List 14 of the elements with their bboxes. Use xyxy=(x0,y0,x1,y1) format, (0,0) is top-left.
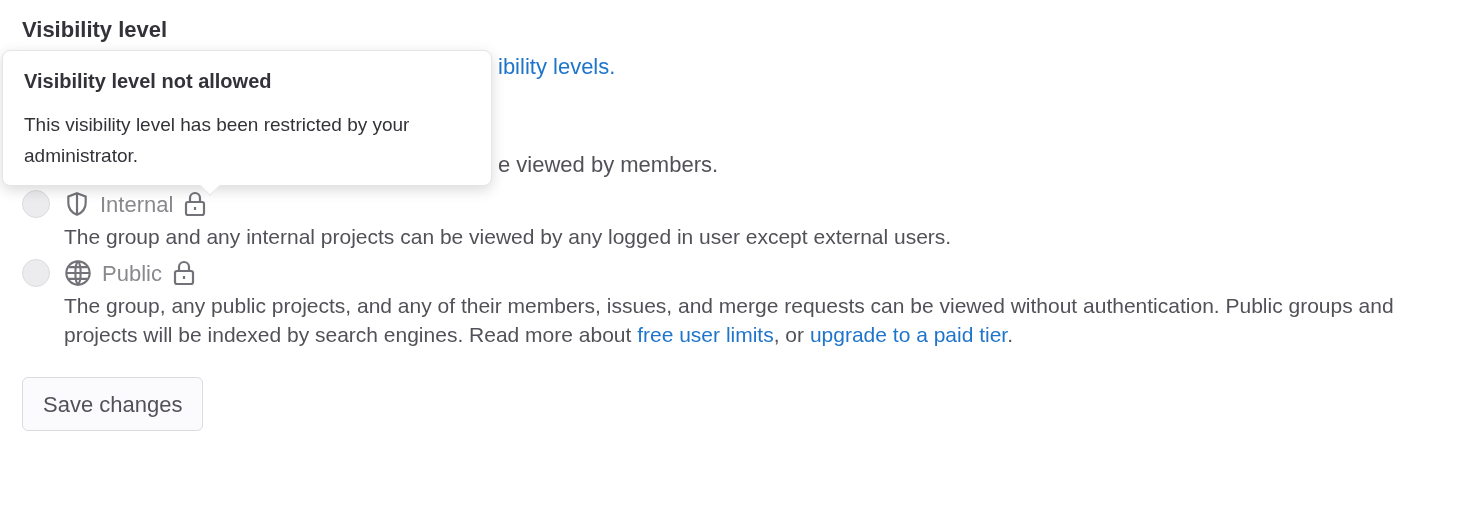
tooltip-title: Visibility level not allowed xyxy=(24,69,273,94)
section-heading: Visibility level xyxy=(22,16,169,44)
tooltip-body: This visibility level has been restricted by your administrator. xyxy=(24,113,411,168)
globe-icon xyxy=(64,259,92,287)
lock-icon xyxy=(171,260,196,286)
save-button[interactable]: Save changes xyxy=(22,377,204,431)
option-description: The group and any internal projects can be viewed by any logged in user except external users. xyxy=(64,224,953,250)
help-link[interactable]: ibility levels. xyxy=(498,49,616,83)
option-label: Public xyxy=(102,259,162,288)
lock-icon xyxy=(183,191,208,217)
option-label: Internal xyxy=(100,190,174,219)
option-description: e viewed by members. xyxy=(498,150,719,179)
option-description: The group, any public projects, and any of their members, issues, and merge requests can be viewed without authentication. Public groups and projects will be indexed by search engines. Read more about free user limits, or upgrade to a paid tier. xyxy=(64,293,1395,348)
shield-icon xyxy=(64,191,90,217)
